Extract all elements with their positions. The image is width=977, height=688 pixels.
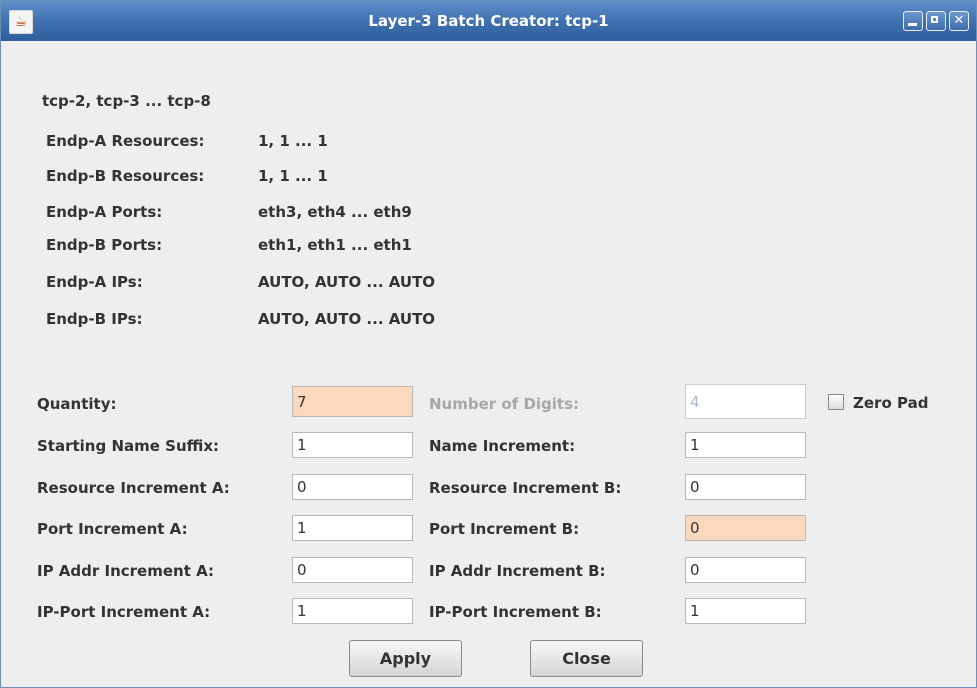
ip-port-increment-a-label: IP-Port Increment A: — [37, 603, 211, 621]
port-increment-a-field[interactable] — [292, 515, 413, 541]
summary-label-endp-a-ips: Endp-A IPs: — [46, 273, 143, 291]
quantity-label: Quantity: — [37, 395, 117, 413]
title-bar[interactable]: ☕ Layer-3 Batch Creator: tcp-1 ✕ — [1, 1, 976, 41]
maximize-icon — [931, 16, 938, 23]
ip-port-increment-a-field[interactable] — [292, 598, 413, 624]
summary-value-endp-b-ips: AUTO, AUTO ... AUTO — [258, 310, 436, 328]
summary-label-endp-b-resources: Endp-B Resources: — [46, 167, 205, 185]
resource-increment-a-field[interactable] — [292, 474, 413, 500]
summary-label-endp-b-ports: Endp-B Ports: — [46, 236, 163, 254]
ip-addr-increment-b-label: IP Addr Increment B: — [429, 562, 606, 580]
quantity-field[interactable] — [292, 386, 413, 417]
maximize-button[interactable] — [926, 11, 946, 31]
name-increment-label: Name Increment: — [429, 437, 576, 455]
starting-name-suffix-label: Starting Name Suffix: — [37, 437, 220, 455]
port-increment-b-field[interactable] — [685, 515, 806, 541]
minimize-icon — [908, 23, 917, 26]
number-of-digits-label: Number of Digits: — [429, 395, 580, 413]
zero-pad-checkbox[interactable] — [828, 394, 844, 410]
summary-names: tcp-2, tcp-3 ... tcp-8 — [42, 92, 211, 110]
port-increment-a-label: Port Increment A: — [37, 520, 188, 538]
resource-increment-b-label: Resource Increment B: — [429, 479, 622, 497]
close-icon: ✕ — [953, 13, 965, 28]
close-window-button[interactable]: ✕ — [949, 11, 969, 31]
window-title: Layer-3 Batch Creator: tcp-1 — [368, 12, 609, 30]
starting-name-suffix-field[interactable] — [292, 432, 413, 458]
number-of-digits-field[interactable] — [685, 384, 806, 419]
summary-label-endp-a-resources: Endp-A Resources: — [46, 132, 205, 150]
resource-increment-a-label: Resource Increment A: — [37, 479, 230, 497]
port-increment-b-label: Port Increment B: — [429, 520, 580, 538]
ip-port-increment-b-field[interactable] — [685, 598, 806, 624]
summary-value-endp-b-resources: 1, 1 ... 1 — [258, 167, 328, 185]
summary-label-endp-a-ports: Endp-A Ports: — [46, 203, 163, 221]
zero-pad-label: Zero Pad — [853, 394, 929, 412]
ip-addr-increment-a-label: IP Addr Increment A: — [37, 562, 214, 580]
name-increment-field[interactable] — [685, 432, 806, 458]
summary-value-endp-b-ports: eth1, eth1 ... eth1 — [258, 236, 412, 254]
apply-button[interactable]: Apply — [349, 640, 462, 677]
close-button[interactable]: Close — [530, 640, 643, 677]
minimize-button[interactable] — [903, 11, 923, 31]
ip-port-increment-b-label: IP-Port Increment B: — [429, 603, 602, 621]
summary-label-endp-b-ips: Endp-B IPs: — [46, 310, 143, 328]
ip-addr-increment-a-field[interactable] — [292, 557, 413, 583]
summary-value-endp-a-ports: eth3, eth4 ... eth9 — [258, 203, 412, 221]
resource-increment-b-field[interactable] — [685, 474, 806, 500]
summary-value-endp-a-resources: 1, 1 ... 1 — [258, 132, 328, 150]
ip-addr-increment-b-field[interactable] — [685, 557, 806, 583]
summary-value-endp-a-ips: AUTO, AUTO ... AUTO — [258, 273, 436, 291]
